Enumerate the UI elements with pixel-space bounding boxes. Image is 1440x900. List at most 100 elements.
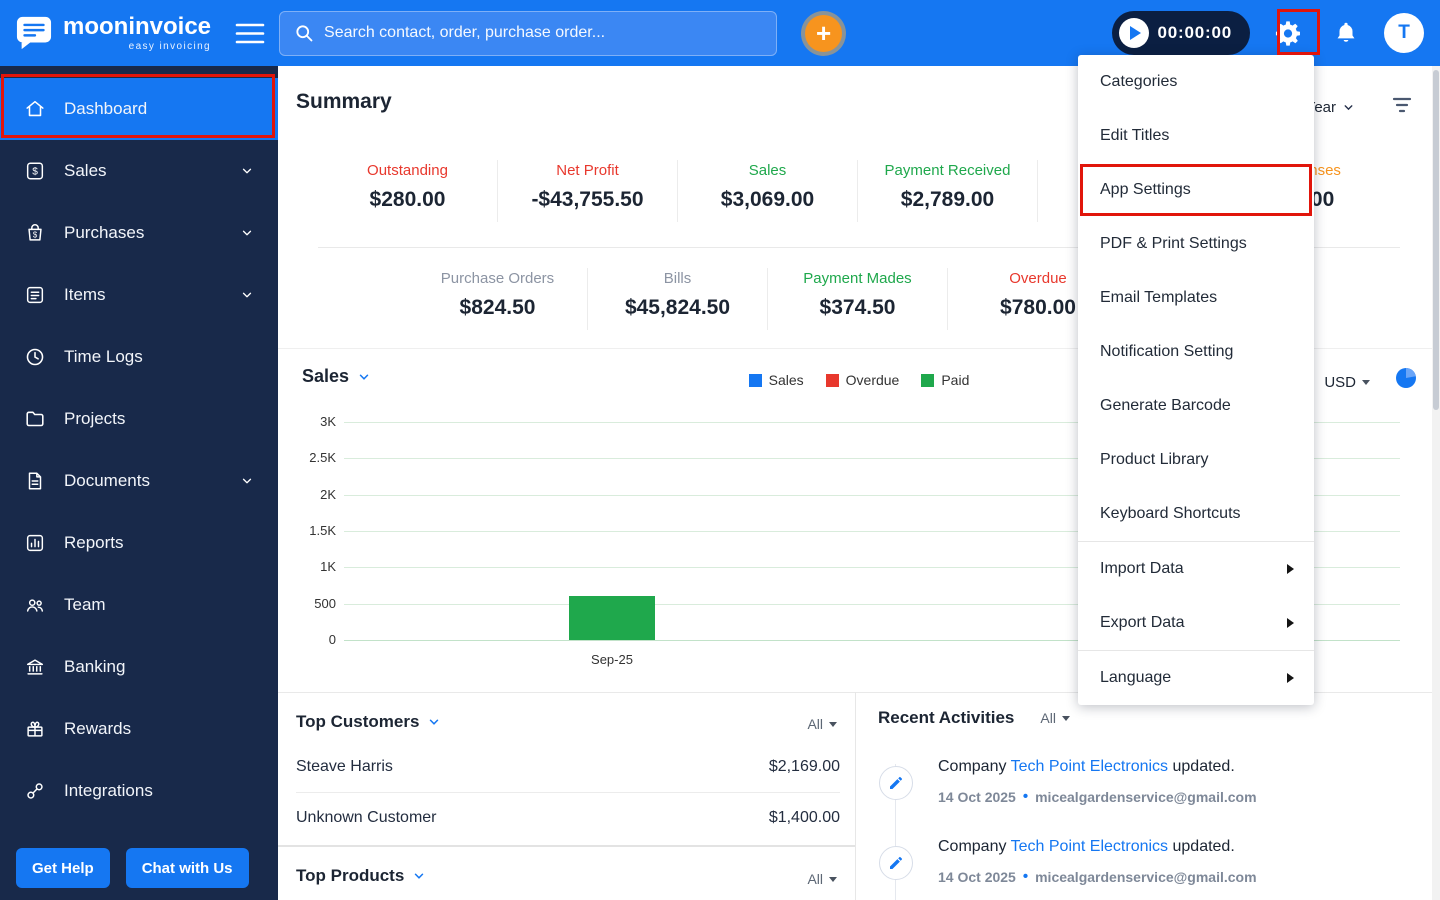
- menu-item-label: Edit Titles: [1100, 127, 1170, 144]
- chevron-down-icon: [412, 869, 426, 883]
- svg-text:$: $: [32, 167, 38, 178]
- team-icon: [24, 594, 46, 616]
- menu-item-email-templates[interactable]: Email Templates: [1078, 271, 1314, 325]
- x-axis-tick-label: Sep-25: [591, 651, 633, 667]
- sidebar-item-documents[interactable]: Documents: [0, 450, 278, 512]
- filter-all-label: All: [807, 716, 823, 732]
- edit-activity-button[interactable]: [879, 766, 913, 800]
- stat-purchase-orders: Purchase Orders $824.50: [408, 268, 588, 330]
- menu-item-keyboard-shortcuts[interactable]: Keyboard Shortcuts: [1078, 487, 1314, 541]
- sidebar-item-reports[interactable]: Reports: [0, 512, 278, 574]
- top-customers-title[interactable]: Top Customers: [296, 712, 441, 732]
- top-products-filter[interactable]: All: [807, 871, 837, 887]
- menu-item-notification-setting[interactable]: Notification Setting: [1078, 325, 1314, 379]
- chevron-down-icon[interactable]: [240, 288, 254, 302]
- menu-item-app-settings[interactable]: App Settings: [1078, 163, 1314, 217]
- scrollbar[interactable]: [1432, 66, 1440, 900]
- menu-item-export-data[interactable]: Export Data: [1078, 596, 1314, 650]
- activity-company-link[interactable]: Tech Point Electronics: [1011, 758, 1168, 775]
- sidebar-item-sales[interactable]: $ Sales: [0, 140, 278, 202]
- edit-activity-button[interactable]: [879, 846, 913, 880]
- menu-item-label: Email Templates: [1100, 289, 1218, 306]
- chart-bar-paid[interactable]: [569, 596, 655, 640]
- sales-chart-title[interactable]: Sales: [302, 366, 371, 387]
- menu-item-categories[interactable]: Categories: [1078, 55, 1314, 109]
- stat-net-profit: Net Profit -$43,755.50: [498, 160, 678, 222]
- menu-item-label: Language: [1100, 669, 1172, 686]
- chevron-down-icon[interactable]: [240, 164, 254, 178]
- activity-company-link[interactable]: Tech Point Electronics: [1011, 838, 1168, 855]
- stat-value: $3,069.00: [720, 188, 815, 211]
- menu-item-label: Product Library: [1100, 451, 1209, 468]
- timer-widget[interactable]: 00:00:00: [1111, 11, 1250, 55]
- chevron-down-icon[interactable]: [240, 226, 254, 240]
- legend-item-overdue: Overdue: [825, 372, 899, 388]
- legend-swatch: [825, 373, 839, 387]
- get-help-button[interactable]: Get Help: [16, 848, 110, 888]
- activity-meta: 14 Oct 2025 • micealgardenservice@gmail.co…: [938, 788, 1257, 805]
- sidebar-item-label: Projects: [64, 409, 126, 428]
- recent-activities-filter[interactable]: All: [1040, 710, 1070, 726]
- legend-swatch: [748, 373, 762, 387]
- currency-label: USD: [1324, 374, 1356, 391]
- home-icon: [24, 98, 46, 120]
- customer-name: Steave Harris: [296, 758, 393, 775]
- stat-payment-received: Payment Received $2,789.00: [858, 160, 1038, 222]
- sidebar-item-dashboard[interactable]: Dashboard: [0, 78, 278, 140]
- customer-row[interactable]: Unknown Customer $1,400.00: [296, 792, 840, 842]
- document-icon: [24, 470, 46, 492]
- settings-gear-icon[interactable]: [1268, 13, 1308, 53]
- reports-icon: [24, 532, 46, 554]
- chevron-down-icon[interactable]: [240, 474, 254, 488]
- activity-prefix: Company: [938, 838, 1011, 855]
- menu-item-language[interactable]: Language: [1078, 651, 1314, 705]
- sidebar-item-purchases[interactable]: $ Purchases: [0, 202, 278, 264]
- pie-chart-icon[interactable]: [1394, 366, 1418, 395]
- sidebar-item-projects[interactable]: Projects: [0, 388, 278, 450]
- filter-icon[interactable]: [1392, 96, 1412, 119]
- filter-all-label: All: [1040, 710, 1056, 726]
- sidebar-item-banking[interactable]: Banking: [0, 636, 278, 698]
- customer-amount: $2,169.00: [768, 758, 840, 775]
- scrollbar-thumb[interactable]: [1433, 70, 1439, 410]
- sidebar-item-integrations[interactable]: Integrations: [0, 760, 278, 822]
- notifications-bell-icon[interactable]: [1326, 13, 1366, 53]
- add-button[interactable]: +: [805, 14, 843, 52]
- menu-item-pdf-print-settings[interactable]: PDF & Print Settings: [1078, 217, 1314, 271]
- recent-activities-panel: Recent Activities All Company Tech Point…: [855, 692, 1440, 900]
- brand-tagline: easy invoicing: [128, 40, 212, 52]
- top-products-title[interactable]: Top Products: [296, 866, 426, 886]
- top-customers-filter[interactable]: All: [807, 716, 837, 732]
- sidebar-item-rewards[interactable]: Rewards: [0, 698, 278, 760]
- currency-dropdown[interactable]: USD: [1324, 374, 1370, 391]
- caret-down-icon: [1061, 715, 1070, 721]
- brand-logo[interactable]: mooninvoice easy invoicing: [14, 14, 212, 52]
- customer-row[interactable]: Steave Harris $2,169.00: [296, 742, 840, 792]
- sidebar-item-team[interactable]: Team: [0, 574, 278, 636]
- menu-item-generate-barcode[interactable]: Generate Barcode: [1078, 379, 1314, 433]
- stat-label: Net Profit: [556, 162, 619, 179]
- sidebar-item-items[interactable]: Items: [0, 264, 278, 326]
- svg-text:$: $: [33, 231, 38, 240]
- play-icon[interactable]: [1118, 18, 1149, 48]
- user-avatar[interactable]: T: [1384, 13, 1424, 53]
- legend-swatch: [921, 373, 935, 387]
- stat-label: Purchase Orders: [440, 270, 555, 287]
- stat-value: $280.00: [369, 188, 446, 211]
- menu-item-edit-titles[interactable]: Edit Titles: [1078, 109, 1314, 163]
- hamburger-menu-icon[interactable]: [235, 22, 265, 45]
- chat-with-us-button[interactable]: Chat with Us: [125, 848, 249, 888]
- stat-value: $2,789.00: [900, 188, 995, 211]
- customer-amount: $1,400.00: [768, 808, 840, 826]
- sidebar-item-label: Integrations: [64, 781, 153, 800]
- bullet-icon: •: [1022, 868, 1029, 885]
- sidebar-item-time-logs[interactable]: Time Logs: [0, 326, 278, 388]
- y-axis-tick-label: 1K: [320, 559, 336, 575]
- timer-value: 00:00:00: [1157, 23, 1232, 42]
- activity-date: 14 Oct 2025: [938, 868, 1016, 885]
- top-customers-list: Steave Harris $2,169.00 Unknown Customer $1…: [296, 742, 840, 842]
- menu-item-product-library[interactable]: Product Library: [1078, 433, 1314, 487]
- search-input[interactable]: [324, 24, 763, 42]
- menu-item-import-data[interactable]: Import Data: [1078, 542, 1314, 596]
- activity-text: Company Tech Point Electronics updated.: [938, 758, 1235, 776]
